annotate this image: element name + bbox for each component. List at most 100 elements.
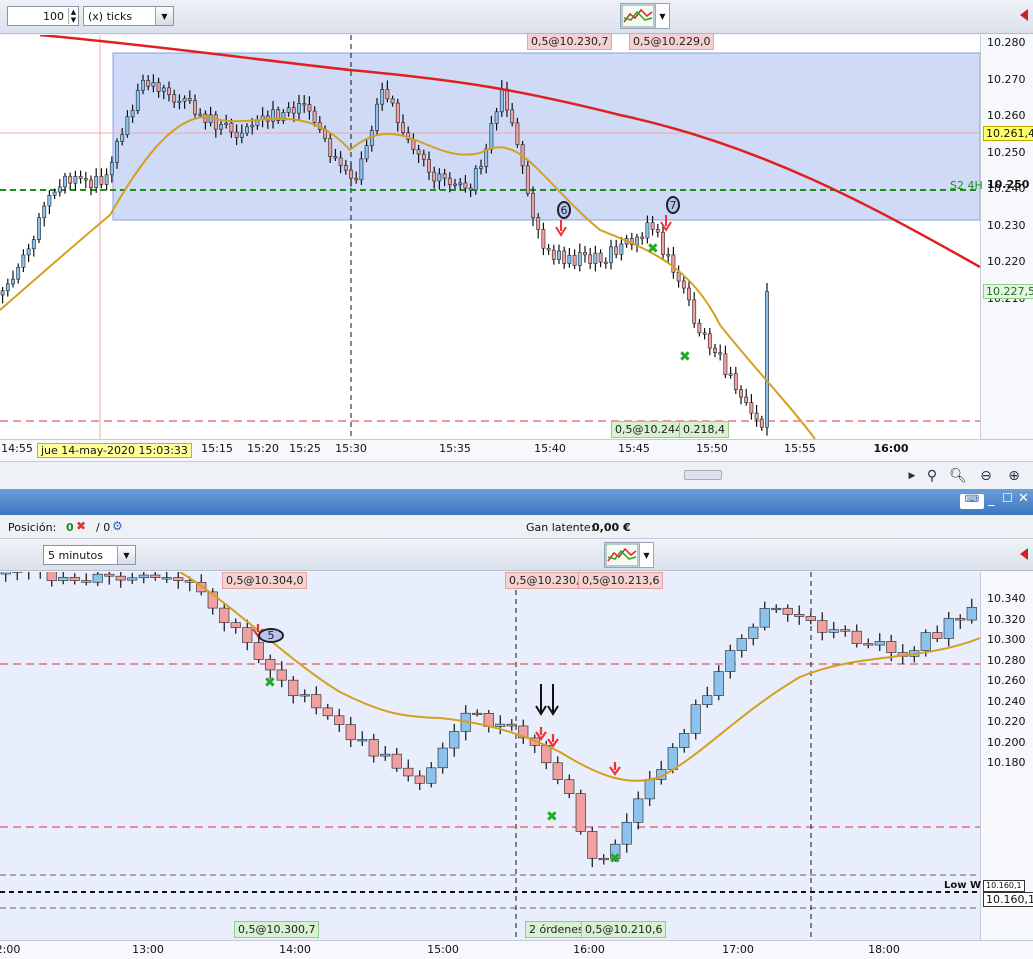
zoom-out-icon[interactable]: ⊖ xyxy=(976,467,996,485)
chevron-down-icon[interactable]: ▼ xyxy=(117,546,135,564)
bear-candle xyxy=(840,629,851,632)
chart-style-button[interactable]: ▼ xyxy=(604,542,654,568)
bull-candle xyxy=(11,278,15,285)
bear-candle xyxy=(572,255,577,266)
bear-candle xyxy=(525,165,530,194)
chevron-down-icon[interactable]: ▼ xyxy=(155,7,173,25)
close-icon[interactable]: ✕ xyxy=(1018,491,1029,506)
bull-candle xyxy=(299,694,310,697)
bull-candle xyxy=(635,236,639,245)
trade-marker[interactable]: 5 xyxy=(258,628,284,643)
quantity-field[interactable]: 100 ▲ ▼ xyxy=(7,6,79,26)
auto-scale-icon[interactable]: ⚲ xyxy=(922,467,942,485)
bull-candle xyxy=(499,88,504,113)
bear-candle xyxy=(687,287,691,301)
order-tag-sell[interactable]: 0,5@10.230,7 xyxy=(527,33,613,50)
quantity-spinner[interactable]: ▲ ▼ xyxy=(68,8,78,24)
zoom-in-icon[interactable]: ⊕ xyxy=(1004,467,1024,485)
mode-select[interactable]: (x) ticks ▼ xyxy=(83,6,174,26)
bull-candle xyxy=(449,731,460,749)
chevron-down-icon[interactable]: ▼ xyxy=(639,543,653,567)
time-tick: 15:55 xyxy=(784,442,816,455)
bear-candle xyxy=(655,229,660,233)
time-tick: 13:00 xyxy=(132,943,164,956)
time-tick: 16:00 xyxy=(873,442,909,455)
bear-candle xyxy=(640,236,645,239)
bottom-time-axis[interactable]: 2:00 13:00 14:00 15:00 16:00 17:00 18:00 xyxy=(0,940,1033,959)
zoom-fit-icon[interactable]: 🔍︎ xyxy=(948,467,968,485)
interval-select[interactable]: 5 minutos ▼ xyxy=(43,545,136,565)
order-tag-buy[interactable]: 0,5@10.300,7 xyxy=(234,921,320,938)
bear-candle xyxy=(234,131,239,138)
top-chart-plot[interactable]: ✖ ✖ xyxy=(0,35,980,439)
bear-candle xyxy=(385,89,390,100)
chevron-down-icon[interactable]: ▼ xyxy=(655,4,669,28)
price-tick: 10.180 xyxy=(987,756,1026,769)
bull-candle xyxy=(141,79,145,91)
horizontal-scrollbar[interactable] xyxy=(684,470,722,480)
bear-candle xyxy=(99,176,104,185)
top-price-axis[interactable]: 10.280 10.270 10.260 10.250 10.240 10.230 10.2… xyxy=(980,35,1033,439)
low-price-badge: 10.160,1 xyxy=(983,892,1033,907)
bear-candle xyxy=(390,98,395,104)
bear-candle xyxy=(681,280,686,289)
quantity-value: 100 xyxy=(43,9,64,23)
order-tag-buy[interactable]: 0,5@10.210,6 xyxy=(581,921,667,938)
gear-icon[interactable]: ⚙ xyxy=(112,519,123,533)
bear-candle xyxy=(886,641,897,653)
bear-candle xyxy=(782,607,793,615)
bear-candle xyxy=(427,159,431,173)
bull-candle xyxy=(489,123,494,150)
bull-candle xyxy=(219,124,223,130)
time-tick: 18:00 xyxy=(868,943,900,956)
minimize-icon[interactable]: _ xyxy=(988,492,995,507)
bull-candle xyxy=(73,176,78,184)
close-position-icon[interactable]: ✖ xyxy=(76,519,86,533)
order-tag-buy[interactable]: 2 órdenes xyxy=(525,921,588,938)
keyboard-icon[interactable]: ⌨ xyxy=(960,494,984,509)
scroll-right-icon[interactable]: ▶ xyxy=(902,467,922,485)
scroll-arrow-icon[interactable] xyxy=(1017,6,1031,24)
trade-marker[interactable]: 6 xyxy=(557,201,571,219)
scroll-arrow-icon[interactable] xyxy=(1017,545,1031,563)
order-tag-buy[interactable]: 0.218,4 xyxy=(679,421,729,438)
bear-candle xyxy=(81,580,92,583)
bull-candle xyxy=(644,779,655,800)
bull-candle xyxy=(759,608,770,628)
bottom-chart-plot[interactable]: ✖ ✖ ✖ xyxy=(0,572,980,940)
bear-candle xyxy=(676,271,681,282)
bull-candle xyxy=(375,103,379,131)
trade-marker[interactable]: 7 xyxy=(666,196,680,214)
bear-candle xyxy=(447,177,452,185)
bear-candle xyxy=(805,616,816,621)
price-tick: 10.320 xyxy=(987,612,1026,626)
chart-style-button[interactable]: ▼ xyxy=(620,3,670,29)
bull-candle xyxy=(47,194,52,207)
bull-candle xyxy=(593,252,598,264)
bear-candle xyxy=(187,98,192,101)
bull-candle xyxy=(874,641,885,646)
bear-candle xyxy=(368,739,379,757)
bull-candle xyxy=(771,607,782,611)
bottom-price-axis[interactable]: 10.340 10.320 10.300 10.280 10.260 10.240 10.2… xyxy=(980,572,1033,940)
bull-candle xyxy=(557,250,561,260)
order-tag-sell[interactable]: 0,5@10.304,0 xyxy=(222,572,308,589)
order-tag-sell[interactable]: 0,5@10.229,0 xyxy=(629,33,715,50)
bear-candle xyxy=(692,299,697,324)
position-value: 0 xyxy=(66,521,74,534)
bull-candle xyxy=(494,111,499,124)
order-tag-sell[interactable]: 0,5@10.213,6 xyxy=(578,572,664,589)
bear-candle xyxy=(345,724,356,741)
pnl-label: Gan latente: xyxy=(526,521,595,534)
bear-candle xyxy=(338,157,343,166)
bear-candle xyxy=(343,165,348,171)
maximize-icon[interactable]: ☐ xyxy=(1002,491,1013,505)
bull-candle xyxy=(0,572,11,575)
bear-candle xyxy=(414,775,425,784)
pnl-value: 0,00 € xyxy=(592,521,631,534)
bear-candle xyxy=(432,171,437,182)
bear-candle xyxy=(68,175,73,184)
bear-candle xyxy=(817,620,828,633)
bull-candle xyxy=(645,222,650,239)
bull-candle xyxy=(151,82,156,87)
